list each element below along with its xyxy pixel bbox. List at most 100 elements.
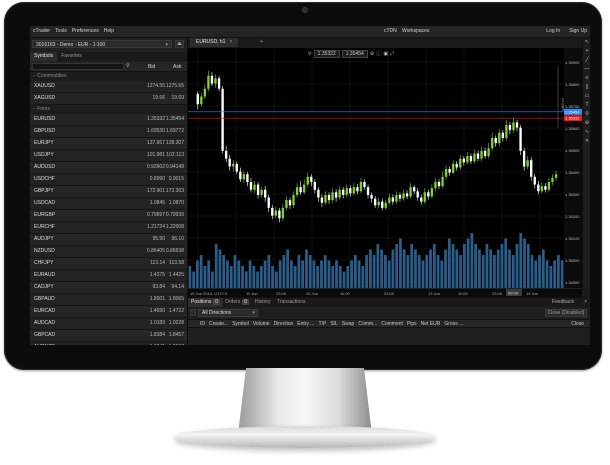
info-icon[interactable]: ⓘ (376, 50, 381, 58)
signup-link[interactable]: Sign Up (569, 28, 587, 34)
table-column-header[interactable]: ID (200, 320, 209, 327)
direction-filter-select[interactable]: All Directions ▾ (198, 309, 258, 317)
menu-tools[interactable]: Tools (55, 28, 67, 34)
add-chart-icon[interactable]: + (260, 38, 263, 47)
delete-icon[interactable]: ✕ (583, 137, 590, 146)
tab-positions[interactable]: Positions 0 (188, 298, 224, 307)
table-column-header[interactable]: Volume (253, 320, 274, 327)
volume-bar (485, 244, 489, 288)
symbol-row[interactable]: AUDJPY 95.90 96.10 (30, 234, 187, 246)
zoom-icon[interactable]: ⚲ (308, 50, 312, 58)
symbol-row[interactable]: EURAUD 1.4375 1.4425 (30, 270, 187, 282)
x-tick-label: 12 Jun (306, 291, 318, 296)
channel-icon[interactable]: ∥ (583, 83, 590, 92)
tab-orders[interactable]: Orders 0 (222, 298, 252, 307)
tab-favorites[interactable]: Favorites (57, 52, 86, 61)
symbol-row[interactable]: AUDCAD 1.0189 1.0228 (30, 318, 187, 330)
table-column-header[interactable]: Pips (407, 320, 421, 327)
menu-preferences[interactable]: Preferences (72, 28, 99, 34)
hline-icon[interactable]: — (583, 65, 590, 74)
table-column-header[interactable]: Net EUR (421, 320, 445, 327)
indicator-icon[interactable]: ∿ (583, 128, 590, 137)
volume-bar (263, 260, 267, 288)
candle-body (292, 194, 295, 206)
symbol-row[interactable]: USDCAD 1.0845 1.0870 (30, 198, 187, 210)
tab-symbols[interactable]: Symbols (30, 52, 58, 61)
symbol-row[interactable]: EURGBP 0.79697 0.79939 (30, 210, 187, 222)
sell-price-box[interactable]: 1.35322 (313, 50, 340, 58)
account-action-button[interactable]: ⏏ (175, 40, 184, 48)
table-column-header[interactable]: S/L (330, 320, 342, 327)
time-axis[interactable]: 10 Jun 2014, UTC+4 11 Jun 23:00 12 Jun 11:00… (188, 288, 582, 297)
symbol-row[interactable]: GBPUSD 1.69530 1.69772 (30, 126, 187, 138)
feedback-link[interactable]: Feedback (552, 298, 574, 307)
symbol-row[interactable]: EURJPY 137.957 138.307 (30, 138, 187, 150)
tab-transactions[interactable]: Transactions (274, 298, 308, 307)
close-positions-button[interactable]: Close (Disabled) (545, 309, 587, 317)
menu-help[interactable]: Help (104, 28, 114, 34)
table-column-header[interactable]: Gross ... (444, 320, 467, 327)
symbol-row[interactable]: EURUSD 1.35332 1.35454 (30, 114, 187, 126)
symbol-row[interactable]: GBPJPY 172.901 173.303 (30, 186, 187, 198)
table-column-header[interactable]: Create... (209, 320, 232, 327)
ctdn-link[interactable]: cTDN (384, 28, 397, 34)
zoom-icon[interactable]: ⚲ (583, 110, 590, 119)
login-link[interactable]: Log In (546, 28, 560, 34)
group-header[interactable]: − Forex (30, 105, 187, 114)
y-tick-label: 1.35200 (565, 214, 580, 219)
fib-icon[interactable]: ≡ (583, 74, 590, 83)
table-column-header[interactable]: T/P (319, 320, 331, 327)
settings-icon[interactable]: ⚙ (370, 50, 374, 58)
panel-close-icon[interactable]: × (584, 298, 587, 307)
candle-body (402, 193, 405, 199)
image-icon[interactable]: ▣ (383, 50, 388, 58)
rect-icon[interactable]: ▭ (583, 92, 590, 101)
line-icon[interactable]: ╱ (583, 56, 590, 65)
workspaces-menu[interactable]: Workspaces (402, 28, 429, 34)
search-icon[interactable]: ⚲ (126, 63, 130, 69)
price-axis[interactable]: 1.35900 1.35800 1.35700 1.35600 1.35500 1.354… (564, 48, 582, 288)
close-icon[interactable]: × (229, 39, 232, 45)
table-column-header[interactable]: Symbol (232, 320, 253, 327)
symbol-search-input[interactable] (32, 63, 124, 70)
tab-history[interactable]: History (252, 298, 274, 307)
table-column-header[interactable]: Direction (274, 320, 298, 327)
fullscreen-icon[interactable]: ⤢ (390, 50, 394, 58)
crosshair-icon[interactable]: + (583, 47, 590, 56)
volume-bar (474, 244, 478, 288)
symbol-row[interactable]: EURCHF 1.21724 1.22008 (30, 222, 187, 234)
candle-body (480, 150, 483, 159)
group-header[interactable]: − Commodities (30, 72, 187, 81)
account-selector[interactable]: 3016163 - Demo - EUR - 1:100 ▾ (32, 40, 172, 48)
symbol-row[interactable]: EURCAD 1.4690 1.4722 (30, 306, 187, 318)
symbol-row[interactable]: AUDUSD 0.93902 0.94148 (30, 162, 187, 174)
symbol-row[interactable]: CADJPY 93.84 94.14 (30, 282, 187, 294)
symbol-row[interactable]: GBPCAD 1.8384 1.8457 (30, 330, 187, 342)
volume-bar (455, 249, 459, 288)
chart-tab-eurusd[interactable]: EURUSD, h1 × (190, 38, 239, 47)
menu-ctrader[interactable]: cTrader (33, 28, 50, 34)
column-bid[interactable]: Bid (148, 64, 155, 70)
text-icon[interactable]: T (583, 101, 590, 110)
buy-price-box[interactable]: 1.35454 (341, 50, 368, 58)
cursor-icon[interactable]: ↖ (583, 38, 590, 47)
table-column-header[interactable]: Swap (342, 320, 359, 327)
settings-icon[interactable]: ⚙ (583, 119, 590, 128)
symbol-row[interactable]: USDCHF 0.8990 0.9015 (30, 174, 187, 186)
column-ask[interactable]: Ask (173, 64, 181, 70)
table-column-header[interactable]: Comm... (358, 320, 381, 327)
symbol-row[interactable]: NZDUSD 0.86405 0.86638 (30, 246, 187, 258)
symbol-row[interactable]: AUDNZD1.08411.0867 (30, 342, 187, 345)
price-chart[interactable]: 21 pips ⚲ 1.35322 1.35454 ⚙ ⓘ ▣ ⤢ (188, 48, 566, 288)
symbol-row[interactable]: XAUUSD 1274.55 1275.65 (30, 81, 187, 93)
filter-toggle-button[interactable] (190, 309, 196, 316)
symbol-row[interactable]: GBPAUD 1.8001 1.8065 (30, 294, 187, 306)
candle-body (232, 163, 235, 167)
volume-bar (365, 255, 368, 288)
symbol-row[interactable]: USDJPY 101.981 102.113 (30, 150, 187, 162)
symbol-row[interactable]: XAGUSD 19.66 19.69 (30, 93, 187, 105)
table-column-header[interactable]: Close (571, 320, 590, 327)
symbol-row[interactable]: CHFJPY 113.14 113.58 (30, 258, 187, 270)
table-column-header[interactable]: Entry ... (297, 320, 318, 327)
table-column-header[interactable]: Comment (381, 320, 407, 327)
